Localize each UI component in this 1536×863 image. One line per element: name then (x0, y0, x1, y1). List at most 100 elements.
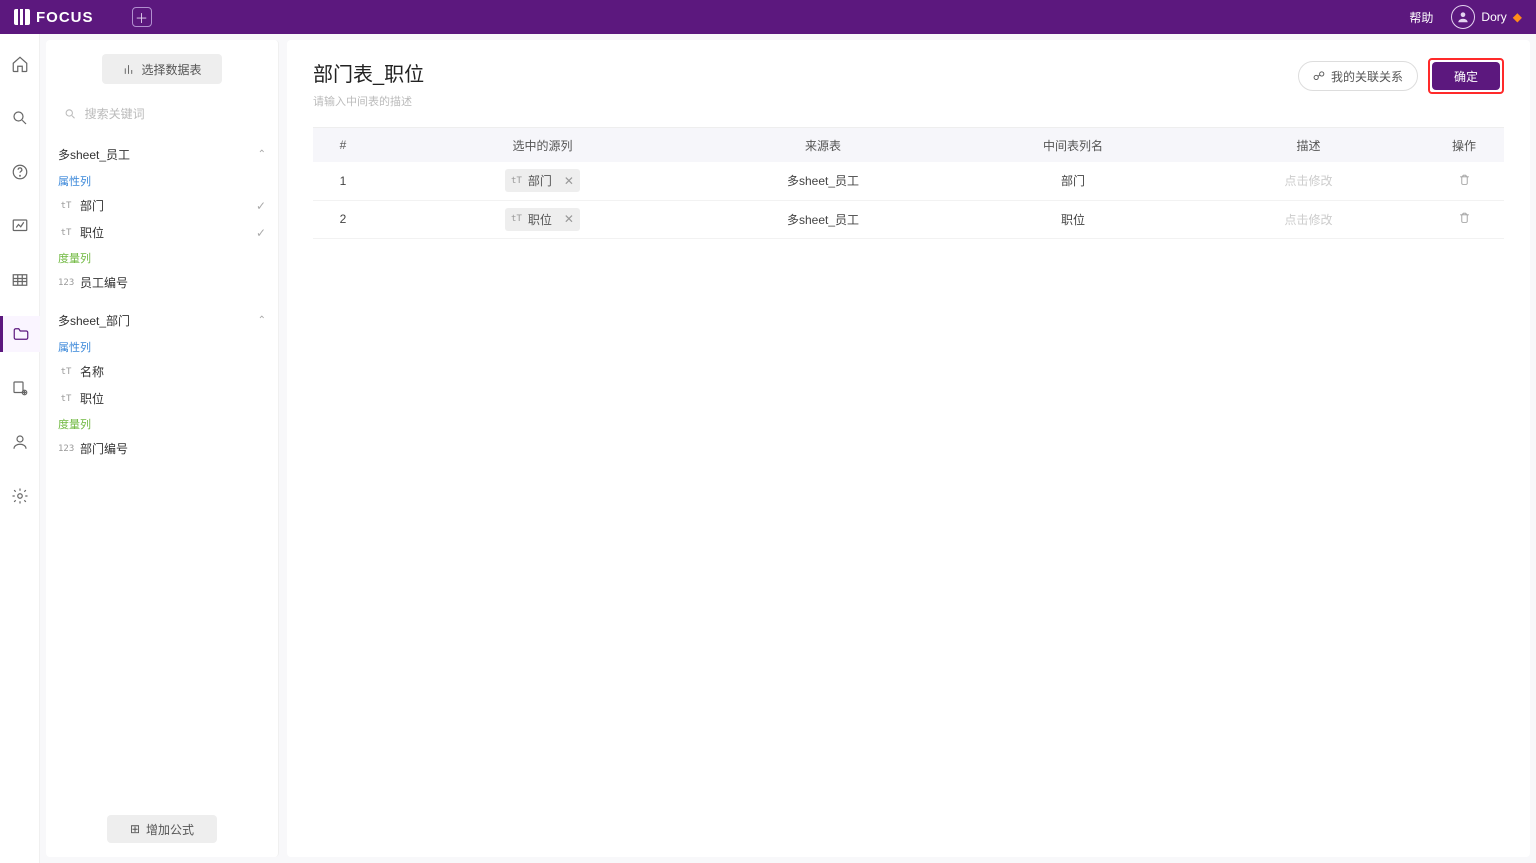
type-text-icon: tT (511, 176, 522, 186)
nav-rail (0, 34, 40, 863)
plus-square-icon: ⊞ (130, 822, 140, 836)
tree-column[interactable]: tT 职位 ✓ (54, 219, 270, 246)
tree-column-name: 员工编号 (80, 274, 128, 291)
tree-section-meas: 度量列 (54, 412, 270, 435)
topbar: FOCUS ＋ 帮助 Dory ◆ (0, 0, 1536, 34)
chip-label: 职位 (528, 211, 552, 228)
rail-datasource[interactable] (0, 370, 40, 406)
cell-source-table: 多sheet_员工 (693, 200, 953, 238)
search-box[interactable] (58, 100, 266, 128)
plus-icon: ＋ (135, 8, 148, 27)
trash-icon (1458, 211, 1471, 224)
check-icon: ✓ (256, 199, 266, 213)
source-chip[interactable]: tT 职位 ✕ (505, 208, 580, 231)
trash-icon (1458, 173, 1471, 186)
close-icon[interactable]: ✕ (564, 174, 574, 188)
brand-logo[interactable]: FOCUS (14, 9, 94, 26)
my-relations-button[interactable]: ☍ 我的关联关系 (1298, 61, 1418, 91)
close-icon[interactable]: ✕ (564, 212, 574, 226)
rail-search[interactable] (0, 100, 40, 136)
tree-column-name: 名称 (80, 363, 104, 380)
check-icon: ✓ (256, 226, 266, 240)
search-icon (64, 107, 77, 121)
cell-source: tT 职位 ✕ (373, 200, 693, 238)
tree-column[interactable]: 123部门编号 (54, 435, 270, 462)
tree-group-name: 多sheet_员工 (58, 146, 130, 163)
tree-group-title[interactable]: 多sheet_部门 ⌃ (54, 306, 270, 335)
confirm-label: 确定 (1454, 68, 1478, 85)
desc-placeholder: 点击修改 (1284, 213, 1332, 227)
cell-desc[interactable]: 点击修改 (1193, 200, 1424, 238)
delete-button[interactable] (1458, 175, 1471, 189)
diamond-icon: ◆ (1513, 10, 1522, 24)
chevron-up-icon: ⌃ (258, 315, 266, 326)
help-link[interactable]: 帮助 (1409, 9, 1433, 26)
tree-section-attr: 属性列 (54, 335, 270, 358)
rail-chart[interactable] (0, 208, 40, 244)
type-text-icon: tT (58, 228, 74, 238)
topbar-right: 帮助 Dory ◆ (1409, 5, 1522, 29)
tree-column-name: 职位 (80, 390, 104, 407)
avatar-icon (1451, 5, 1475, 29)
brand-text: FOCUS (36, 9, 94, 26)
side-panel: 选择数据表 多sheet_员工⌃属性列tT部门✓tT职位✓度量列123员工编号多… (46, 40, 279, 857)
bars-icon (122, 63, 135, 76)
cell-desc[interactable]: 点击修改 (1193, 162, 1424, 200)
type-text-icon: tT (58, 367, 74, 377)
rail-user[interactable] (0, 424, 40, 460)
link-icon: ☍ (1313, 69, 1325, 83)
tree-column[interactable]: tT 部门 ✓ (54, 192, 270, 219)
tree-column[interactable]: tT 名称 (54, 358, 270, 385)
confirm-button[interactable]: 确定 (1432, 62, 1500, 90)
source-chip[interactable]: tT部门✕ (505, 169, 580, 192)
col-header-desc: 描述 (1193, 128, 1424, 162)
type-text-icon: tT (58, 394, 74, 404)
add-button[interactable]: ＋ (132, 7, 152, 27)
rail-table[interactable] (0, 262, 40, 298)
rail-help[interactable] (0, 154, 40, 190)
user-menu[interactable]: Dory ◆ (1451, 5, 1522, 29)
cell-index: 2 (313, 200, 373, 238)
my-relations-label: 我的关联关系 (1331, 68, 1403, 85)
tree-section-attr: 属性列 (54, 169, 270, 192)
col-header-index: # (313, 128, 373, 162)
main-header: 部门表_职位 请输入中间表的描述 ☍ 我的关联关系 确定 (313, 58, 1504, 109)
cell-op (1424, 200, 1504, 238)
table-row: 1 tT部门✕ 多sheet_员工部门 点击修改 (313, 162, 1504, 200)
select-datasource-label: 选择数据表 (141, 61, 201, 78)
type-number-icon: 123 (58, 278, 74, 288)
col-header-midname: 中间表列名 (953, 128, 1193, 162)
type-number-icon: 123 (58, 444, 74, 454)
tree-column-name: 职位 (80, 224, 104, 241)
cell-source: tT部门✕ (373, 162, 693, 200)
cell-op (1424, 162, 1504, 200)
rail-settings[interactable] (0, 478, 40, 514)
tree-column-name: 部门 (80, 197, 104, 214)
type-text-icon: tT (511, 214, 522, 224)
select-datasource-button[interactable]: 选择数据表 (102, 54, 222, 84)
user-name: Dory (1481, 10, 1506, 24)
add-formula-button[interactable]: ⊞ 增加公式 (107, 815, 217, 843)
search-input[interactable] (83, 106, 260, 122)
delete-button[interactable] (1458, 213, 1471, 227)
type-text-icon: tT (58, 201, 74, 211)
chevron-up-icon: ⌃ (258, 149, 266, 160)
desc-placeholder: 点击修改 (1284, 174, 1332, 188)
cell-mid-name[interactable]: 部门 (953, 162, 1193, 200)
col-header-op: 操作 (1424, 128, 1504, 162)
tree-section-meas: 度量列 (54, 246, 270, 269)
main-panel: 部门表_职位 请输入中间表的描述 ☍ 我的关联关系 确定 # (287, 40, 1530, 857)
tree-group-name: 多sheet_部门 (58, 312, 130, 329)
rail-home[interactable] (0, 46, 40, 82)
rail-folder[interactable] (0, 316, 40, 352)
cell-mid-name[interactable]: 职位 (953, 200, 1193, 238)
page-subtitle[interactable]: 请输入中间表的描述 (313, 93, 424, 109)
tree-group-title[interactable]: 多sheet_员工 ⌃ (54, 140, 270, 169)
tree-column[interactable]: tT 职位 (54, 385, 270, 412)
cell-index: 1 (313, 162, 373, 200)
column-tree: 多sheet_员工⌃属性列tT部门✓tT职位✓度量列123员工编号多sheet_… (46, 140, 278, 807)
col-header-source: 选中的源列 (373, 128, 693, 162)
col-header-source-tbl: 来源表 (693, 128, 953, 162)
cell-source-table: 多sheet_员工 (693, 162, 953, 200)
tree-column[interactable]: 123 员工编号 (54, 269, 270, 296)
